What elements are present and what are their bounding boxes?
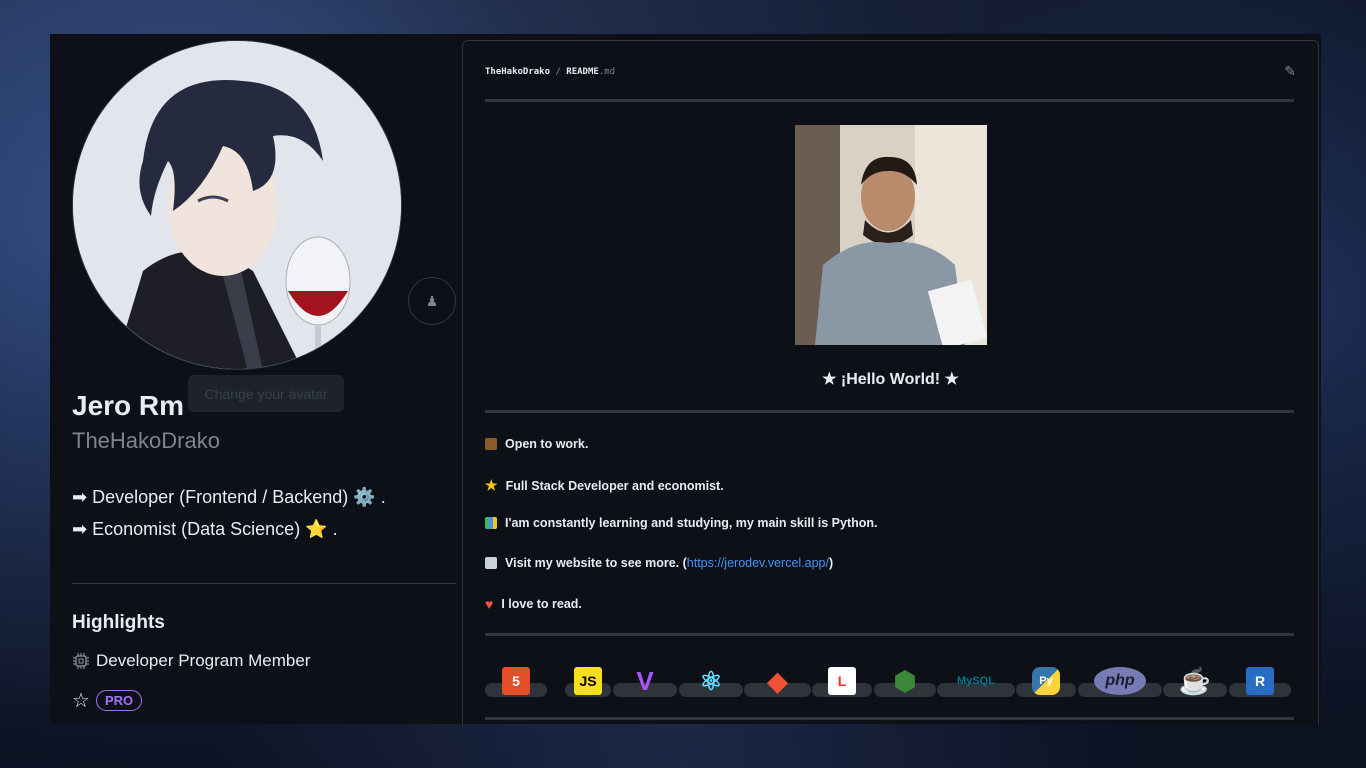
highlight-pro: ☆ PRO	[72, 688, 143, 713]
page-icon	[485, 557, 497, 569]
bio-line: ➡ Developer (Frontend / Backend) ⚙️ .	[72, 481, 386, 513]
highlight-label: Developer Program Member	[96, 651, 311, 670]
divider	[485, 410, 1294, 413]
readme-line: Open to work.	[485, 437, 588, 451]
profile-photo	[795, 125, 987, 345]
path-separator: /	[555, 67, 561, 77]
python-icon: Py	[1032, 667, 1060, 695]
react-icon: ⚛	[699, 665, 723, 696]
badge-laravel: L	[812, 661, 872, 701]
profile-sidebar: ♟ Change your avatar Jero Rm TheHakoDrak…	[50, 34, 460, 724]
readme-filename: README	[566, 67, 599, 77]
php-icon: php	[1094, 667, 1146, 695]
change-avatar-tooltip: Change your avatar	[188, 375, 344, 412]
bio-line: ➡ Economist (Data Science) ⭐ .	[72, 513, 386, 545]
badge-python: Py	[1016, 661, 1076, 701]
bio-suffix: .	[380, 487, 386, 507]
tech-badges: 5 JS V ⚛ ◆ L ⬢ MySQL Py php ☕ R	[485, 661, 1294, 701]
vite-icon: V	[636, 665, 654, 696]
html5-icon: 5	[502, 667, 530, 695]
readme-line: ♥ I love to read.	[485, 596, 582, 612]
highlight-developer-program: Developer Program Member	[72, 651, 310, 671]
avatar-illustration	[73, 41, 401, 369]
readme-line-prefix: Visit my website to see more. (	[505, 556, 687, 570]
badge-javascript: JS	[565, 661, 611, 701]
badge-react: ⚛	[679, 661, 743, 701]
readme-extension: .md	[598, 67, 616, 77]
website-link[interactable]: https://jerodev.vercel.app/	[687, 556, 829, 570]
readme-line: I'am constantly learning and studying, m…	[485, 516, 878, 530]
pencil-icon[interactable]: ✎	[1284, 63, 1296, 80]
gear-icon: ⚙️	[353, 487, 376, 507]
bio-text: Developer (Frontend / Backend)	[92, 487, 349, 507]
avatar[interactable]	[72, 40, 402, 370]
java-icon: ☕	[1178, 665, 1212, 696]
photo-illustration	[795, 125, 987, 345]
set-status-button[interactable]: ♟	[408, 277, 456, 325]
divider	[72, 583, 456, 584]
badge-r: R	[1229, 661, 1291, 701]
profile-login: TheHakoDrako	[72, 428, 220, 453]
readme-path: TheHakoDrako / README.md	[485, 67, 615, 77]
divider	[485, 717, 1294, 720]
profile-name: Jero Rm	[72, 390, 185, 421]
star-outline-icon: ☆	[72, 690, 90, 712]
cpu-icon	[73, 653, 89, 669]
git-icon: ◆	[767, 665, 788, 696]
badge-java: ☕	[1163, 661, 1227, 701]
readme-line-text: Open to work.	[505, 437, 589, 451]
arrow-icon: ➡	[72, 487, 88, 507]
readme-line: ★ Full Stack Developer and economist.	[485, 477, 724, 494]
readme-line-text: I love to read.	[501, 597, 582, 611]
readme-line-text: Full Stack Developer and economist.	[505, 478, 724, 493]
profile-page: ♟ Change your avatar Jero Rm TheHakoDrak…	[50, 34, 1321, 724]
readme-line-suffix: )	[829, 556, 834, 570]
divider	[485, 633, 1294, 636]
javascript-icon: JS	[574, 667, 602, 695]
readme-line-text: Visit my website to see more. (https://j…	[505, 556, 833, 570]
nodejs-icon: ⬢	[893, 665, 917, 696]
readme-card: TheHakoDrako / README.md ✎ ★ ¡Hello Worl…	[462, 40, 1319, 724]
books-icon	[485, 517, 497, 529]
mysql-icon: MySQL	[957, 675, 995, 687]
laravel-icon: L	[828, 667, 856, 695]
r-icon: R	[1246, 667, 1274, 695]
badge-nodejs: ⬢	[874, 661, 936, 701]
badge-html5: 5	[485, 661, 547, 701]
bio-text: Economist (Data Science)	[92, 519, 301, 539]
arrow-icon: ➡	[72, 519, 88, 539]
star-icon: ★	[485, 477, 498, 493]
briefcase-icon	[485, 438, 497, 450]
readme-line-text: I'am constantly learning and studying, m…	[505, 516, 878, 530]
hello-heading: ★ ¡Hello World! ★	[822, 371, 959, 388]
divider	[485, 99, 1294, 102]
readme-line: Visit my website to see more. (https://j…	[485, 556, 833, 570]
badge-mysql: MySQL	[937, 661, 1015, 701]
status-figure-icon: ♟	[425, 292, 439, 309]
bio-suffix: .	[332, 519, 338, 539]
highlights-title: Highlights	[72, 612, 165, 633]
star-icon: ⭐	[305, 519, 328, 539]
badge-php: php	[1078, 661, 1162, 701]
pro-badge[interactable]: PRO	[95, 690, 143, 711]
badge-vite: V	[613, 661, 677, 701]
readme-owner-link[interactable]: TheHakoDrako	[485, 67, 550, 77]
badge-git: ◆	[744, 661, 811, 701]
heart-icon: ♥	[485, 596, 494, 612]
profile-bio: ➡ Developer (Frontend / Backend) ⚙️ . ➡ …	[72, 481, 386, 545]
